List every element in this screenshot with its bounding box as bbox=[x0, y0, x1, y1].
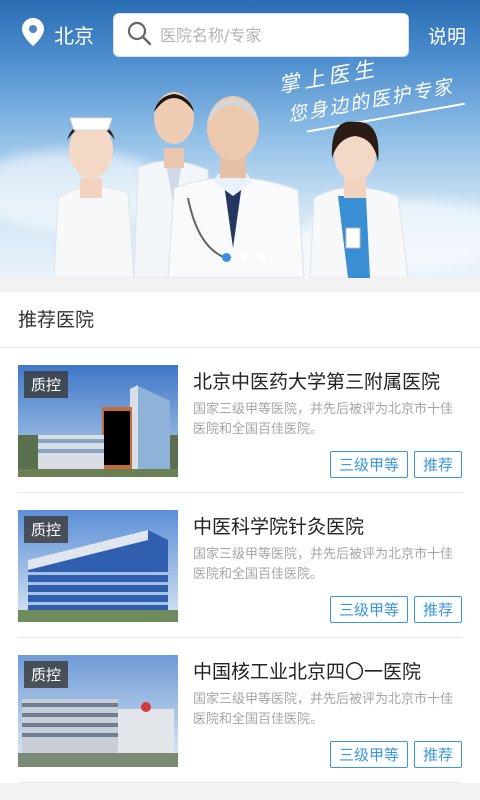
search-icon bbox=[126, 20, 152, 50]
hospital-item[interactable]: 质控 北京中医药大学第三附属医院 国家三级甲等医院，并先后被评为北京市十佳医院和… bbox=[18, 348, 462, 493]
level-tag: 三级甲等 bbox=[329, 741, 408, 768]
recommend-tag: 推荐 bbox=[413, 741, 462, 768]
location-pin-icon bbox=[22, 18, 54, 51]
level-tag: 三级甲等 bbox=[329, 451, 408, 478]
hospital-tags: 三级甲等 推荐 bbox=[329, 741, 462, 768]
female-doctor-figure bbox=[309, 121, 409, 278]
doctors-illustration bbox=[53, 92, 409, 278]
hospital-name: 北京中医药大学第三附属医院 bbox=[193, 371, 441, 393]
recommended-section: 推荐医院 质控 北京中医药大学第三附属医院 国家三级甲等医院，并先后被评为北京市… bbox=[0, 292, 480, 783]
carousel-dot[interactable] bbox=[256, 253, 265, 262]
banner[interactable]: 北京 说明 掌上医生 您身边的医护专家 bbox=[0, 0, 480, 278]
section-title: 推荐医院 bbox=[0, 292, 480, 348]
hospital-description: 国家三级甲等医院，并先后被评为北京市十佳医院和全国百佳医院。 bbox=[193, 402, 454, 437]
carousel-dot[interactable] bbox=[222, 253, 231, 262]
quality-badge: 质控 bbox=[24, 516, 69, 543]
recommend-tag: 推荐 bbox=[413, 451, 462, 478]
hospital-image: 质控 bbox=[18, 655, 178, 767]
hospital-tags: 三级甲等 推荐 bbox=[329, 451, 462, 478]
carousel-indicator bbox=[222, 253, 265, 262]
city-selector[interactable]: 北京 bbox=[22, 18, 94, 51]
hospital-image: 质控 bbox=[18, 365, 178, 477]
hospital-item[interactable]: 质控 中国核工业北京四〇一医院 国家三级甲等医院，并先后被评为北京市十佳医院和全… bbox=[18, 638, 462, 783]
quality-badge: 质控 bbox=[24, 661, 69, 688]
hospital-item[interactable]: 质控 中医科学院针灸医院 国家三级甲等医院，并先后被评为北京市十佳医院和全国百佳… bbox=[18, 493, 462, 638]
search-box[interactable] bbox=[113, 13, 409, 57]
hospital-tags: 三级甲等 推荐 bbox=[329, 596, 462, 623]
search-input[interactable] bbox=[160, 25, 390, 45]
recommend-tag: 推荐 bbox=[413, 596, 462, 623]
hospital-description: 国家三级甲等医院，并先后被评为北京市十佳医院和全国百佳医院。 bbox=[193, 692, 454, 727]
hospital-name: 中国核工业北京四〇一医院 bbox=[193, 661, 422, 683]
quality-badge: 质控 bbox=[24, 371, 69, 398]
carousel-dot[interactable] bbox=[239, 253, 248, 262]
hospital-image: 质控 bbox=[18, 510, 178, 622]
city-label: 北京 bbox=[54, 24, 94, 48]
hospital-name: 中医科学院针灸医院 bbox=[193, 516, 365, 538]
nurse-figure bbox=[53, 117, 135, 278]
level-tag: 三级甲等 bbox=[329, 596, 408, 623]
hospital-description: 国家三级甲等医院，并先后被评为北京市十佳医院和全国百佳医院。 bbox=[193, 547, 454, 582]
